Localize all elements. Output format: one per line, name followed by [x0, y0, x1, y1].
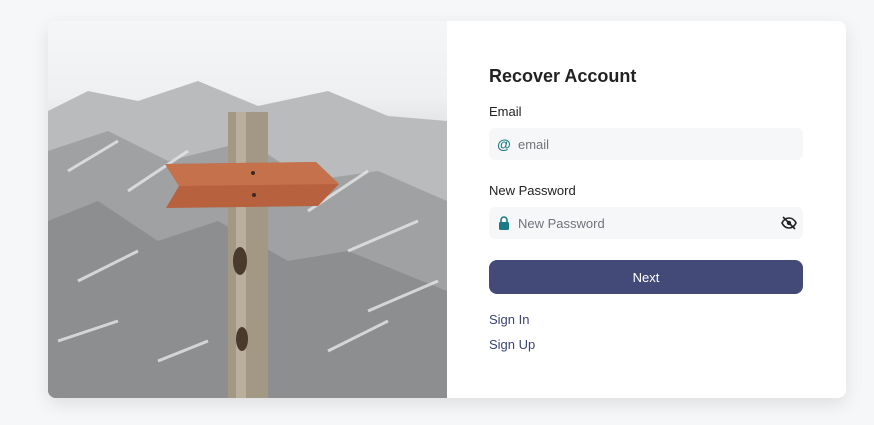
recover-form: Recover Account Email @ New Password — [447, 21, 846, 398]
eye-off-icon[interactable] — [781, 215, 797, 231]
password-label: New Password — [489, 183, 576, 198]
signpost-hero-image — [48, 21, 447, 398]
recover-account-card: Recover Account Email @ New Password — [48, 21, 846, 398]
lock-icon — [497, 216, 511, 230]
new-password-input[interactable] — [518, 207, 781, 239]
page-title: Recover Account — [489, 66, 637, 86]
sign-in-link[interactable]: Sign In — [489, 312, 529, 327]
sign-up-link[interactable]: Sign Up — [489, 337, 535, 352]
email-label: Email — [489, 104, 522, 119]
at-icon: @ — [497, 136, 511, 152]
email-input[interactable] — [518, 128, 803, 160]
email-field: @ — [489, 128, 803, 160]
password-field — [489, 207, 803, 239]
next-button[interactable]: Next — [489, 260, 803, 294]
